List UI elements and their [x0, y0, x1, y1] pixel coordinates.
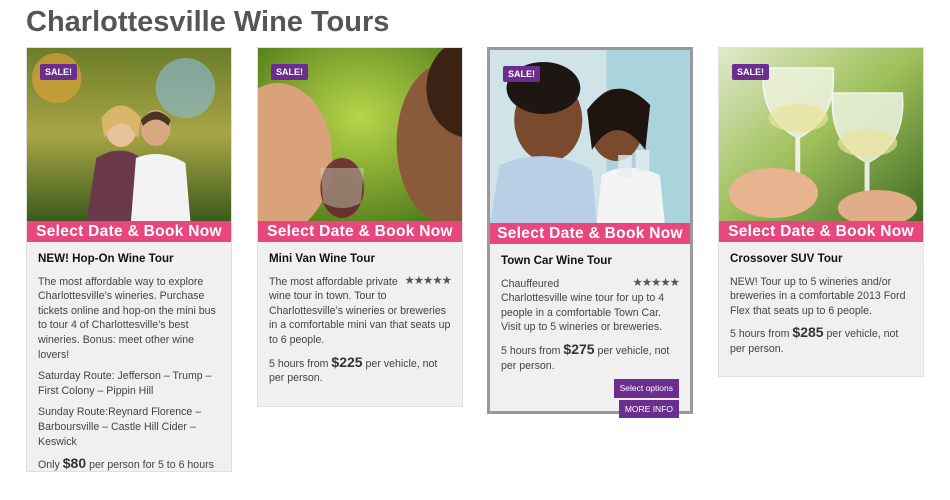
product-title[interactable]: Crossover SUV Tour — [730, 252, 912, 267]
sale-badge: SALE! — [40, 64, 77, 80]
rating-stars: ★★★★★ — [632, 276, 680, 289]
sale-badge: SALE! — [732, 64, 769, 80]
page-title: Charlottesville Wine Tours — [26, 6, 390, 38]
price-prefix: Only — [38, 459, 60, 472]
product-description: NEW! Tour up to 5 wineries and/or brewer… — [730, 275, 906, 317]
more-info-button[interactable]: MORE INFO — [618, 399, 679, 419]
price-line: 5 hours from $225 per vehicle, not per p… — [269, 353, 451, 386]
select-date-book-now-button[interactable]: Select Date & Book Now — [719, 221, 923, 242]
select-date-book-now-button[interactable]: Select Date & Book Now — [490, 223, 690, 244]
product-card-hop-on: SALE! Select Date & Book Now NEW! Hop-On… — [26, 47, 232, 472]
product-card-crossover-suv: SALE! Select Date & Book Now Crossover S… — [718, 47, 924, 377]
sale-badge: SALE! — [503, 66, 540, 82]
product-title[interactable]: Mini Van Wine Tour — [269, 252, 451, 267]
price-line: 5 hours from $275 per vehicle, not per p… — [501, 342, 679, 373]
sale-badge: SALE! — [271, 64, 308, 80]
select-date-book-now-button[interactable]: Select Date & Book Now — [258, 221, 462, 242]
product-title[interactable]: Town Car Wine Tour — [501, 254, 679, 269]
price: $80 — [62, 455, 87, 472]
price: $275 — [563, 340, 595, 357]
saturday-route: Saturday Route: Jefferson – Trump – Firs… — [38, 370, 212, 397]
price-line: 5 hours from $285 per vehicle, not per p… — [730, 325, 912, 356]
select-date-book-now-button[interactable]: Select Date & Book Now — [27, 221, 231, 242]
product-image[interactable]: SALE! — [719, 48, 923, 221]
product-title[interactable]: NEW! Hop-On Wine Tour — [38, 252, 220, 267]
price-prefix: 5 hours from — [269, 357, 329, 370]
price: $285 — [792, 324, 824, 341]
product-image[interactable]: SALE! — [258, 48, 462, 221]
price-prefix: 5 hours from — [501, 344, 561, 357]
price: $225 — [331, 353, 363, 370]
product-image[interactable]: SALE! — [27, 48, 231, 221]
price-prefix: 5 hours from — [730, 328, 790, 341]
product-image[interactable]: SALE! — [490, 50, 690, 223]
product-card-town-car: SALE! Select Date & Book Now Town Car Wi… — [487, 47, 693, 419]
sunday-route: Sunday Route:Reynard Florence – Barbours… — [38, 406, 202, 448]
select-options-button[interactable]: Select options — [613, 379, 679, 398]
product-description: The most affordable way to explore Charl… — [38, 275, 216, 361]
price-line: Only $80 per person for 5 to 6 hours — [38, 456, 220, 473]
price-suffix: per person for 5 to 6 hours — [89, 459, 214, 472]
product-card-mini-van: SALE! Select Date & Book Now Mini Van Wi… — [257, 47, 463, 407]
rating-stars: ★★★★★ — [404, 274, 452, 287]
